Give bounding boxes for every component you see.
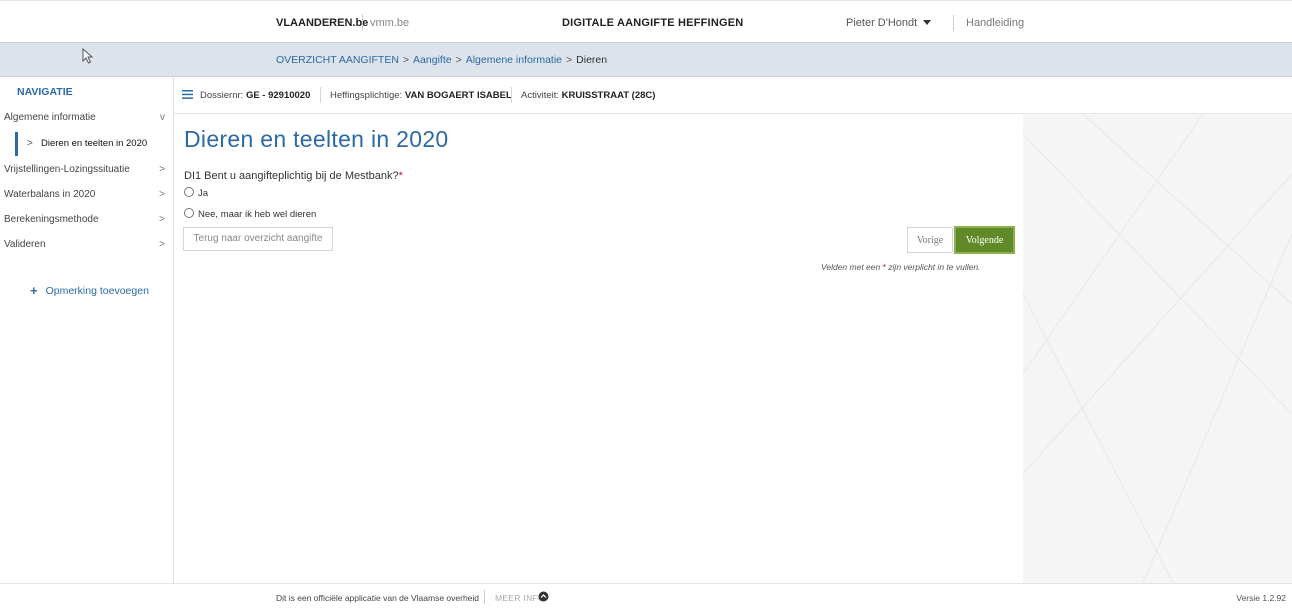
divider — [953, 15, 954, 31]
taxpayer: Heffingsplichtige: VAN BOGAERT ISABEL — [330, 90, 512, 101]
sidebar-item-label: Algemene informatie — [4, 112, 96, 123]
activity-value: KRUISSTRAAT (28C) — [561, 90, 656, 101]
required-fields-hint: Velden met een * zijn verplicht in te vu… — [821, 262, 980, 272]
user-name: Pieter D'Hondt — [846, 17, 918, 29]
help-link[interactable]: Handleiding — [966, 17, 1024, 29]
chevron-right-icon: > — [159, 189, 165, 200]
user-menu[interactable]: Pieter D'Hondt — [846, 17, 932, 29]
breadcrumb-overview[interactable]: OVERZICHT AANGIFTEN — [276, 54, 399, 66]
back-to-overview-button[interactable]: Terug naar overzicht aangifte — [183, 227, 333, 251]
mouse-cursor-icon — [82, 48, 94, 64]
sidebar-item-label: Berekeningsmethode — [4, 214, 99, 225]
chevron-right-icon: > — [159, 239, 165, 250]
question-label: DI1 Bent u aangifteplichtig bij de Mestb… — [184, 170, 403, 182]
taxpayer-value: VAN BOGAERT ISABEL — [404, 90, 512, 101]
radio-option-yes[interactable]: Ja — [184, 187, 209, 199]
chevron-down-icon: v — [160, 112, 165, 123]
activity-label: Activiteit: — [521, 90, 560, 101]
radio-option-no-but-animals[interactable]: Nee, maar ik heb wel dieren — [184, 208, 317, 220]
hint-text-before: Velden met een — [821, 262, 881, 272]
radio-button[interactable] — [184, 208, 194, 219]
next-button[interactable]: Volgende — [954, 226, 1015, 254]
add-note-label: Opmerking toevoegen — [45, 285, 149, 297]
nav-title: NAVIGATIE — [17, 86, 73, 98]
divider — [320, 87, 321, 103]
vlaanderen-link[interactable]: VLAANDEREN.be — [276, 17, 368, 29]
breadcrumb-aangifte[interactable]: Aangifte — [413, 54, 452, 66]
menu-icon[interactable] — [182, 90, 193, 99]
sidebar: NAVIGATIE Algemene informatie v > Dieren… — [0, 77, 174, 583]
sidebar-item-label: Vrijstellingen-Lozingssituatie — [4, 164, 130, 175]
info-toggle-icon[interactable] — [538, 591, 549, 602]
add-note-button[interactable]: + Opmerking toevoegen — [30, 282, 149, 298]
dossier-number: Dossiernr: GE - 92910020 — [200, 90, 310, 101]
activity: Activiteit: KRUISSTRAAT (28C) — [521, 90, 655, 101]
required-marker: * — [882, 262, 886, 272]
decorative-background-panel — [1023, 114, 1292, 583]
taxpayer-label: Heffingsplichtige: — [330, 90, 403, 101]
dossier-info-bar: Dossiernr: GE - 92910020 Heffingsplichti… — [174, 77, 1292, 114]
required-marker: * — [398, 170, 403, 182]
sidebar-item-label: Dieren en teelten in 2020 — [41, 138, 148, 149]
sidebar-item-label: Valideren — [4, 239, 46, 250]
main-content: Dieren en teelten in 2020 DI1 Bent u aan… — [174, 114, 1023, 583]
app-version: Versie 1.2.92 — [1236, 593, 1286, 603]
page-title: Dieren en teelten in 2020 — [184, 126, 449, 152]
sidebar-item-animals-crops[interactable]: > Dieren en teelten in 2020 — [15, 132, 171, 156]
vmm-link[interactable]: vmm.be — [370, 17, 409, 29]
plus-icon: + — [30, 283, 38, 298]
app-title: DIGITALE AANGIFTE HEFFINGEN — [562, 17, 744, 29]
breadcrumb-separator: > — [455, 54, 462, 66]
breadcrumb-separator: > — [402, 54, 410, 66]
breadcrumb: OVERZICHT AANGIFTEN > Aangifte > Algemene in… — [276, 54, 607, 66]
hint-text-after: zijn verplicht in te vullen. — [888, 262, 981, 272]
breadcrumb-current: Dieren — [576, 54, 608, 66]
previous-button[interactable]: Vorige — [907, 227, 953, 253]
caret-down-icon — [923, 19, 932, 25]
background-pattern — [1023, 114, 1292, 583]
divider — [484, 590, 485, 604]
dossier-label: Dossiernr: — [200, 90, 244, 101]
top-bar: VLAANDEREN.be vmm.be DIGITALE AANGIFTE H… — [0, 0, 1292, 43]
dossier-value: GE - 92910020 — [245, 90, 311, 101]
radio-label: Ja — [198, 188, 209, 199]
question-text: DI1 Bent u aangifteplichtig bij de Mestb… — [184, 170, 399, 182]
breadcrumb-bar: OVERZICHT AANGIFTEN > Aangifte > Algemene in… — [0, 42, 1292, 77]
active-indicator — [15, 132, 18, 156]
chevron-right-icon: > — [27, 138, 33, 149]
breadcrumb-general-info[interactable]: Algemene informatie — [466, 54, 562, 66]
chevron-right-icon: > — [159, 164, 165, 175]
divider — [362, 14, 363, 30]
breadcrumb-separator: > — [566, 54, 573, 66]
radio-button[interactable] — [184, 187, 194, 198]
chevron-right-icon: > — [159, 214, 165, 225]
sidebar-item-label: Waterbalans in 2020 — [4, 189, 96, 200]
footer: Dit is een officiële applicatie van de V… — [0, 583, 1292, 609]
radio-label: Nee, maar ik heb wel dieren — [198, 209, 317, 220]
divider — [511, 87, 512, 103]
official-app-notice: Dit is een officiële applicatie van de V… — [276, 593, 480, 603]
